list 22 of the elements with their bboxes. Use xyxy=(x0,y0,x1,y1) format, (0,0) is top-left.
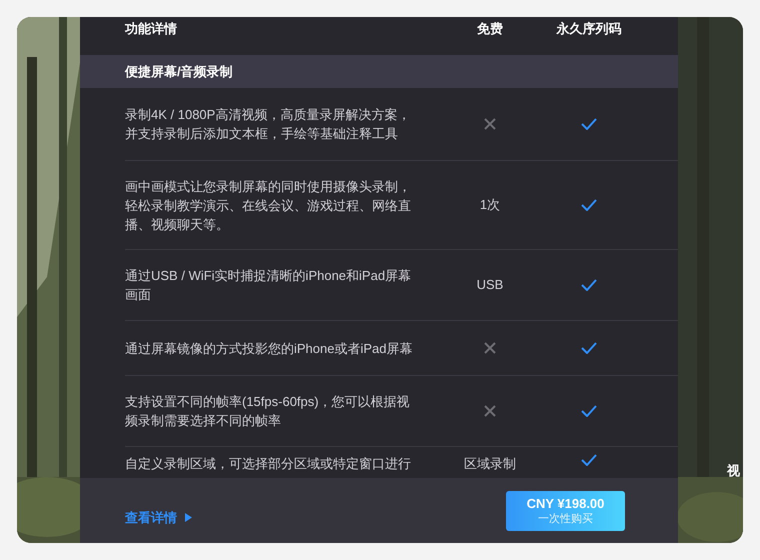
column-header: 功能详情 xyxy=(125,20,178,38)
feature-description: 通过屏幕镜像的方式投影您的iPhone或者iPad屏幕 xyxy=(125,340,414,358)
side-text: 视 xyxy=(727,462,740,480)
feature-description: 频录制需要选择不同的帧率 xyxy=(125,412,282,430)
feature-description: 自定义录制区域，可选择部分区域或特定窗口进行 xyxy=(125,455,412,473)
feature-description: 画中画模式让您录制屏幕的同时使用摄像头录制， xyxy=(125,178,412,196)
feature-description: 通过USB / WiFi实时捕捉清晰的iPhone和iPad屏幕 xyxy=(125,267,412,285)
details-link[interactable]: 查看详情 xyxy=(125,508,192,528)
buy-button[interactable]: CNY ¥198.00 一次性购买 xyxy=(506,490,625,530)
free-value: 1次 xyxy=(480,196,500,214)
column-header: 永久序列码 xyxy=(555,20,622,38)
column-header: 免费 xyxy=(476,20,504,38)
section-title: 便捷屏幕/音频录制 xyxy=(125,62,233,81)
triangle-icon xyxy=(185,513,192,522)
feature-description: 并支持录制后添加文本框，手绘等基础注释工具 xyxy=(125,125,399,143)
free-value: 区域录制 xyxy=(464,455,516,473)
feature-description: 轻松录制教学演示、在线会议、游戏过程、网络直 xyxy=(125,196,412,214)
feature-description: 画面 xyxy=(125,286,152,304)
free-value: USB xyxy=(476,276,504,294)
feature-description: 录制4K / 1080P高清视频，高质量录屏解决方案， xyxy=(125,106,412,124)
feature-description: 支持设置不同的帧率(15fps-60fps)，您可以根据视 xyxy=(125,393,411,411)
feature-description: 播、视频聊天等。 xyxy=(125,216,230,234)
